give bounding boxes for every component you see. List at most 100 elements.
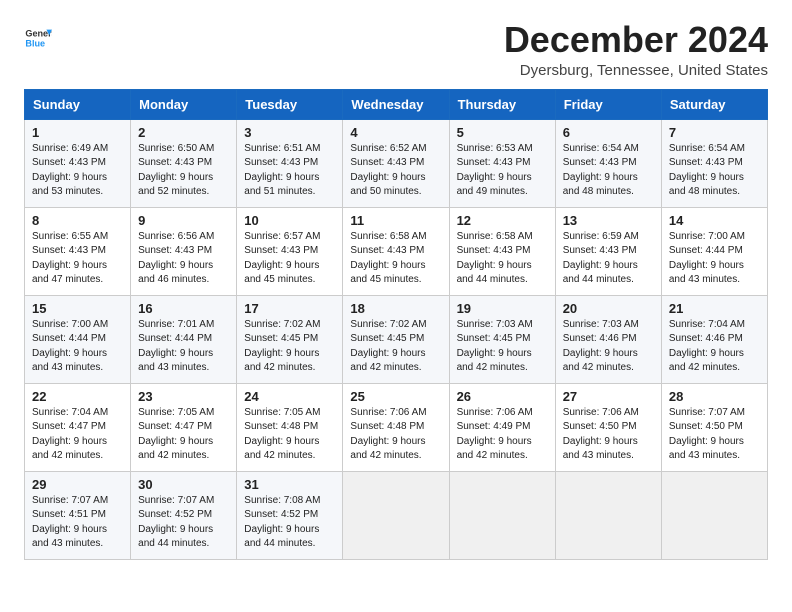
day-number: 11 (350, 213, 441, 228)
day-number: 4 (350, 125, 441, 140)
svg-text:Blue: Blue (25, 38, 45, 48)
day-number: 20 (563, 301, 654, 316)
calendar-cell (343, 471, 449, 559)
logo: General Blue (24, 24, 52, 52)
calendar-cell: 9 Sunrise: 6:56 AMSunset: 4:43 PMDayligh… (131, 207, 237, 295)
calendar-table: SundayMondayTuesdayWednesdayThursdayFrid… (24, 89, 768, 560)
day-number: 24 (244, 389, 335, 404)
title-area: December 2024 Dyersburg, Tennessee, Unit… (504, 20, 768, 79)
day-number: 25 (350, 389, 441, 404)
day-info: Sunrise: 7:03 AMSunset: 4:45 PMDaylight:… (457, 318, 548, 376)
day-number: 15 (32, 301, 123, 316)
calendar-cell: 6 Sunrise: 6:54 AMSunset: 4:43 PMDayligh… (555, 119, 661, 207)
day-info: Sunrise: 6:49 AMSunset: 4:43 PMDaylight:… (32, 142, 123, 200)
day-info: Sunrise: 6:59 AMSunset: 4:43 PMDaylight:… (563, 230, 654, 288)
month-title: December 2024 (504, 20, 768, 60)
day-info: Sunrise: 7:03 AMSunset: 4:46 PMDaylight:… (563, 318, 654, 376)
calendar-cell: 2 Sunrise: 6:50 AMSunset: 4:43 PMDayligh… (131, 119, 237, 207)
day-info: Sunrise: 7:07 AMSunset: 4:52 PMDaylight:… (138, 494, 229, 552)
header: General Blue December 2024 Dyersburg, Te… (24, 20, 768, 79)
calendar-body: 1 Sunrise: 6:49 AMSunset: 4:43 PMDayligh… (25, 119, 768, 559)
calendar-cell: 1 Sunrise: 6:49 AMSunset: 4:43 PMDayligh… (25, 119, 131, 207)
logo-icon: General Blue (24, 24, 52, 52)
day-info: Sunrise: 7:04 AMSunset: 4:47 PMDaylight:… (32, 406, 123, 464)
day-info: Sunrise: 7:05 AMSunset: 4:47 PMDaylight:… (138, 406, 229, 464)
location-title: Dyersburg, Tennessee, United States (504, 62, 768, 79)
day-number: 22 (32, 389, 123, 404)
calendar-cell (661, 471, 767, 559)
calendar-cell (555, 471, 661, 559)
calendar-cell: 30 Sunrise: 7:07 AMSunset: 4:52 PMDaylig… (131, 471, 237, 559)
calendar-cell: 4 Sunrise: 6:52 AMSunset: 4:43 PMDayligh… (343, 119, 449, 207)
calendar-cell: 11 Sunrise: 6:58 AMSunset: 4:43 PMDaylig… (343, 207, 449, 295)
calendar-cell: 26 Sunrise: 7:06 AMSunset: 4:49 PMDaylig… (449, 383, 555, 471)
day-number: 14 (669, 213, 760, 228)
calendar-cell: 27 Sunrise: 7:06 AMSunset: 4:50 PMDaylig… (555, 383, 661, 471)
day-info: Sunrise: 6:50 AMSunset: 4:43 PMDaylight:… (138, 142, 229, 200)
calendar-header-row: SundayMondayTuesdayWednesdayThursdayFrid… (25, 89, 768, 119)
header-cell-monday: Monday (131, 89, 237, 119)
day-number: 26 (457, 389, 548, 404)
day-number: 31 (244, 477, 335, 492)
header-cell-friday: Friday (555, 89, 661, 119)
calendar-cell: 28 Sunrise: 7:07 AMSunset: 4:50 PMDaylig… (661, 383, 767, 471)
day-info: Sunrise: 7:07 AMSunset: 4:50 PMDaylight:… (669, 406, 760, 464)
day-info: Sunrise: 6:55 AMSunset: 4:43 PMDaylight:… (32, 230, 123, 288)
day-number: 8 (32, 213, 123, 228)
day-info: Sunrise: 6:51 AMSunset: 4:43 PMDaylight:… (244, 142, 335, 200)
calendar-cell: 31 Sunrise: 7:08 AMSunset: 4:52 PMDaylig… (237, 471, 343, 559)
day-info: Sunrise: 7:04 AMSunset: 4:46 PMDaylight:… (669, 318, 760, 376)
calendar-cell: 24 Sunrise: 7:05 AMSunset: 4:48 PMDaylig… (237, 383, 343, 471)
day-info: Sunrise: 7:07 AMSunset: 4:51 PMDaylight:… (32, 494, 123, 552)
header-cell-saturday: Saturday (661, 89, 767, 119)
calendar-cell: 8 Sunrise: 6:55 AMSunset: 4:43 PMDayligh… (25, 207, 131, 295)
calendar-cell: 29 Sunrise: 7:07 AMSunset: 4:51 PMDaylig… (25, 471, 131, 559)
calendar-week-2: 8 Sunrise: 6:55 AMSunset: 4:43 PMDayligh… (25, 207, 768, 295)
day-number: 16 (138, 301, 229, 316)
header-cell-tuesday: Tuesday (237, 89, 343, 119)
calendar-cell: 25 Sunrise: 7:06 AMSunset: 4:48 PMDaylig… (343, 383, 449, 471)
day-info: Sunrise: 6:52 AMSunset: 4:43 PMDaylight:… (350, 142, 441, 200)
day-number: 10 (244, 213, 335, 228)
calendar-cell: 13 Sunrise: 6:59 AMSunset: 4:43 PMDaylig… (555, 207, 661, 295)
day-info: Sunrise: 7:06 AMSunset: 4:48 PMDaylight:… (350, 406, 441, 464)
header-cell-wednesday: Wednesday (343, 89, 449, 119)
calendar-cell: 17 Sunrise: 7:02 AMSunset: 4:45 PMDaylig… (237, 295, 343, 383)
calendar-cell: 3 Sunrise: 6:51 AMSunset: 4:43 PMDayligh… (237, 119, 343, 207)
day-number: 7 (669, 125, 760, 140)
calendar-week-5: 29 Sunrise: 7:07 AMSunset: 4:51 PMDaylig… (25, 471, 768, 559)
day-number: 27 (563, 389, 654, 404)
day-info: Sunrise: 7:06 AMSunset: 4:49 PMDaylight:… (457, 406, 548, 464)
day-number: 12 (457, 213, 548, 228)
calendar-cell: 5 Sunrise: 6:53 AMSunset: 4:43 PMDayligh… (449, 119, 555, 207)
calendar-week-3: 15 Sunrise: 7:00 AMSunset: 4:44 PMDaylig… (25, 295, 768, 383)
day-info: Sunrise: 7:02 AMSunset: 4:45 PMDaylight:… (244, 318, 335, 376)
day-info: Sunrise: 7:00 AMSunset: 4:44 PMDaylight:… (32, 318, 123, 376)
day-number: 21 (669, 301, 760, 316)
day-number: 6 (563, 125, 654, 140)
day-number: 13 (563, 213, 654, 228)
day-number: 3 (244, 125, 335, 140)
day-number: 5 (457, 125, 548, 140)
day-info: Sunrise: 6:54 AMSunset: 4:43 PMDaylight:… (669, 142, 760, 200)
day-number: 17 (244, 301, 335, 316)
calendar-cell: 7 Sunrise: 6:54 AMSunset: 4:43 PMDayligh… (661, 119, 767, 207)
calendar-week-1: 1 Sunrise: 6:49 AMSunset: 4:43 PMDayligh… (25, 119, 768, 207)
calendar-cell: 12 Sunrise: 6:58 AMSunset: 4:43 PMDaylig… (449, 207, 555, 295)
day-info: Sunrise: 6:58 AMSunset: 4:43 PMDaylight:… (350, 230, 441, 288)
calendar-cell: 16 Sunrise: 7:01 AMSunset: 4:44 PMDaylig… (131, 295, 237, 383)
day-info: Sunrise: 7:01 AMSunset: 4:44 PMDaylight:… (138, 318, 229, 376)
day-number: 29 (32, 477, 123, 492)
day-number: 18 (350, 301, 441, 316)
calendar-cell: 19 Sunrise: 7:03 AMSunset: 4:45 PMDaylig… (449, 295, 555, 383)
calendar-cell: 20 Sunrise: 7:03 AMSunset: 4:46 PMDaylig… (555, 295, 661, 383)
day-info: Sunrise: 7:00 AMSunset: 4:44 PMDaylight:… (669, 230, 760, 288)
day-number: 2 (138, 125, 229, 140)
day-number: 1 (32, 125, 123, 140)
calendar-cell: 15 Sunrise: 7:00 AMSunset: 4:44 PMDaylig… (25, 295, 131, 383)
day-info: Sunrise: 6:58 AMSunset: 4:43 PMDaylight:… (457, 230, 548, 288)
calendar-cell: 14 Sunrise: 7:00 AMSunset: 4:44 PMDaylig… (661, 207, 767, 295)
calendar-cell: 21 Sunrise: 7:04 AMSunset: 4:46 PMDaylig… (661, 295, 767, 383)
day-number: 9 (138, 213, 229, 228)
day-info: Sunrise: 6:57 AMSunset: 4:43 PMDaylight:… (244, 230, 335, 288)
